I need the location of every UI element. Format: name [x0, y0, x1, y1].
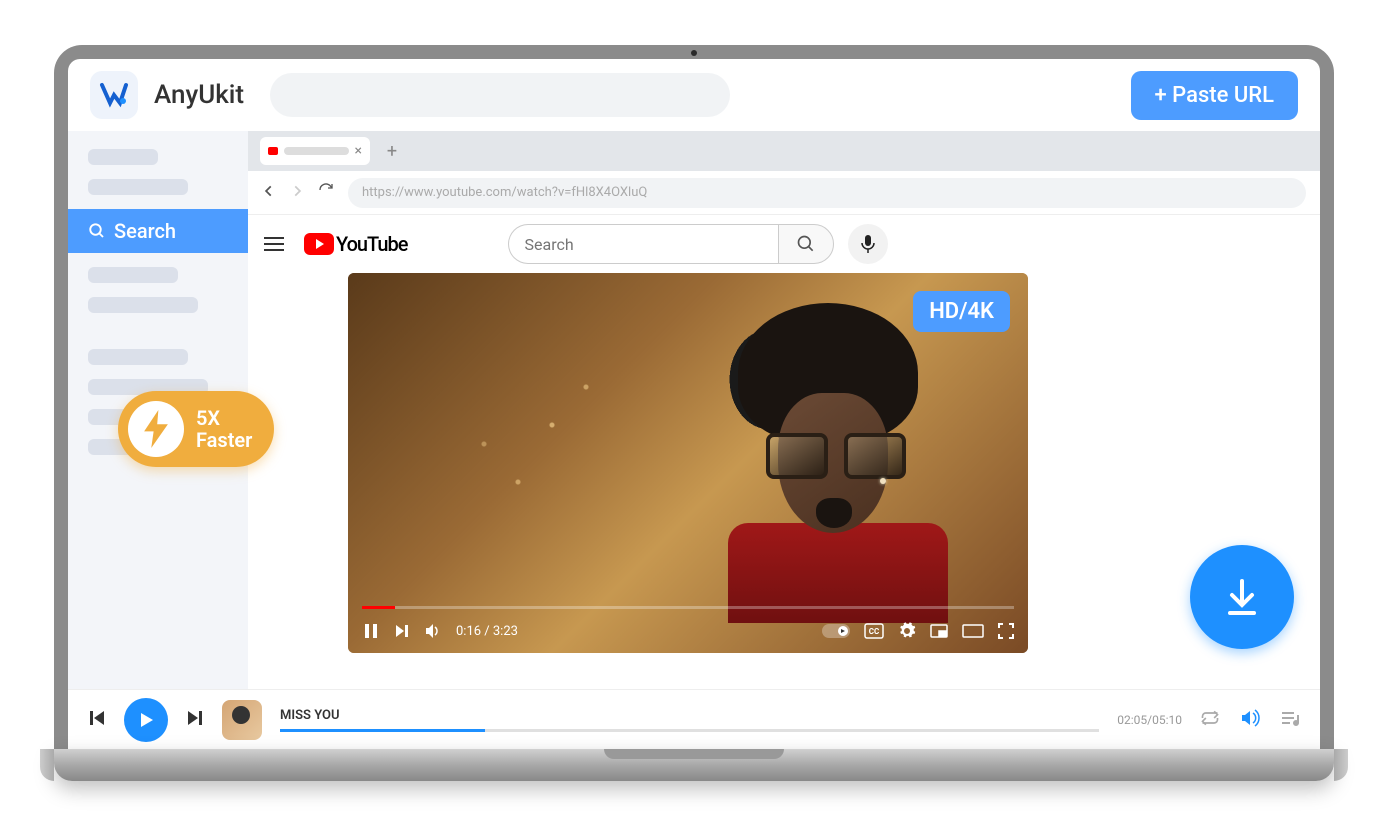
search-icon	[88, 222, 106, 240]
quality-badge: HD/4K	[913, 291, 1010, 332]
skip-previous-icon	[88, 709, 106, 727]
track-title: MISS YOU	[280, 708, 1099, 723]
new-tab-button[interactable]: +	[380, 139, 404, 163]
tab-title-placeholder	[284, 147, 349, 155]
download-icon	[1218, 573, 1266, 621]
repeat-icon	[1200, 709, 1220, 727]
paste-url-button[interactable]: + Paste URL	[1131, 71, 1299, 120]
youtube-icon	[304, 233, 334, 255]
sidebar-item-placeholder	[88, 349, 188, 365]
laptop-frame: AnyUkit + Paste URL Search	[54, 45, 1334, 781]
app-logo-icon	[98, 79, 130, 111]
bolt-circle	[128, 401, 184, 457]
app-header: AnyUkit + Paste URL	[68, 59, 1320, 131]
volume-icon	[424, 622, 442, 640]
play-icon	[136, 710, 156, 730]
address-bar[interactable]	[348, 178, 1306, 208]
speed-badge: 5X Faster	[118, 391, 274, 467]
sidebar-search-label: Search	[114, 219, 176, 243]
fullscreen-button[interactable]	[998, 623, 1014, 639]
youtube-header: YouTube	[248, 215, 1320, 273]
content-area: × +	[248, 131, 1320, 689]
sound-icon	[1240, 709, 1260, 727]
svg-text:CC: CC	[869, 627, 879, 636]
sidebar-item-placeholder	[88, 297, 198, 313]
track-progress-bar[interactable]	[280, 729, 1099, 732]
hamburger-menu[interactable]	[264, 237, 284, 251]
voice-search-button[interactable]	[848, 224, 888, 264]
url-input[interactable]	[270, 73, 730, 117]
track-thumbnail	[222, 700, 262, 740]
speed-label: Faster	[196, 429, 252, 451]
browser-tab[interactable]: ×	[260, 137, 370, 165]
settings-button[interactable]	[898, 622, 916, 640]
miniplayer-icon	[930, 624, 948, 638]
browser-nav-bar	[248, 171, 1320, 215]
miniplayer-button[interactable]	[930, 624, 948, 638]
video-area: HD/4K 0:16 / 3:23 CC	[248, 273, 1320, 689]
next-icon	[394, 623, 410, 639]
track-time: 02:05/05:10	[1117, 713, 1182, 727]
video-player[interactable]: HD/4K 0:16 / 3:23 CC	[348, 273, 1028, 653]
play-button[interactable]	[124, 698, 168, 742]
sound-button[interactable]	[1240, 709, 1260, 731]
youtube-logo[interactable]: YouTube	[304, 232, 408, 256]
volume-button[interactable]	[424, 622, 442, 640]
app-title: AnyUkit	[154, 80, 244, 110]
chevron-right-icon	[290, 184, 304, 198]
skip-next-icon	[186, 709, 204, 727]
search-icon	[796, 234, 816, 254]
next-track-button[interactable]	[186, 709, 204, 731]
next-button[interactable]	[394, 623, 410, 639]
camera-dot	[691, 50, 697, 56]
captions-button[interactable]: CC	[864, 623, 884, 639]
download-button[interactable]	[1190, 545, 1294, 649]
theater-icon	[962, 624, 984, 638]
fullscreen-icon	[998, 623, 1014, 639]
previous-track-button[interactable]	[88, 709, 106, 731]
reload-button[interactable]	[318, 182, 334, 203]
track-progress-fill	[280, 729, 485, 732]
laptop-screen-bezel: AnyUkit + Paste URL Search	[54, 45, 1334, 749]
playlist-icon	[1280, 709, 1300, 727]
music-player-bar: MISS YOU 02:05/05:10	[68, 689, 1320, 749]
back-button[interactable]	[262, 182, 276, 203]
close-icon[interactable]: ×	[355, 143, 362, 159]
playlist-button[interactable]	[1280, 709, 1300, 731]
sidebar-item-placeholder	[88, 179, 188, 195]
youtube-search-button[interactable]	[778, 224, 834, 264]
youtube-search-input[interactable]	[508, 224, 778, 264]
theater-button[interactable]	[962, 624, 984, 638]
laptop-base	[54, 749, 1334, 781]
pause-button[interactable]	[362, 622, 380, 640]
sidebar-item-placeholder	[88, 267, 178, 283]
pause-icon	[362, 622, 380, 640]
player-controls-right	[1200, 709, 1300, 731]
youtube-search-wrap	[508, 224, 888, 264]
app-logo	[90, 71, 138, 119]
repeat-button[interactable]	[1200, 709, 1220, 731]
reload-icon	[318, 182, 334, 198]
youtube-wordmark: YouTube	[336, 232, 408, 256]
video-controls: 0:16 / 3:23 CC	[348, 609, 1028, 653]
track-info: MISS YOU	[280, 708, 1099, 732]
app-window: AnyUkit + Paste URL Search	[68, 59, 1320, 749]
youtube-favicon	[268, 147, 278, 155]
lightning-icon	[140, 410, 172, 448]
gear-icon	[898, 622, 916, 640]
video-subject	[688, 303, 968, 623]
sidebar-search-tab[interactable]: Search	[68, 209, 248, 253]
video-time: 0:16 / 3:23	[456, 624, 518, 639]
autoplay-icon	[822, 624, 850, 638]
chevron-left-icon	[262, 184, 276, 198]
browser-tab-strip: × +	[248, 131, 1320, 171]
speed-multiplier: 5X	[196, 407, 252, 429]
forward-button[interactable]	[290, 182, 304, 203]
sidebar-item-placeholder	[88, 149, 158, 165]
cc-icon: CC	[864, 623, 884, 639]
autoplay-toggle[interactable]	[822, 624, 850, 638]
microphone-icon	[860, 234, 876, 254]
